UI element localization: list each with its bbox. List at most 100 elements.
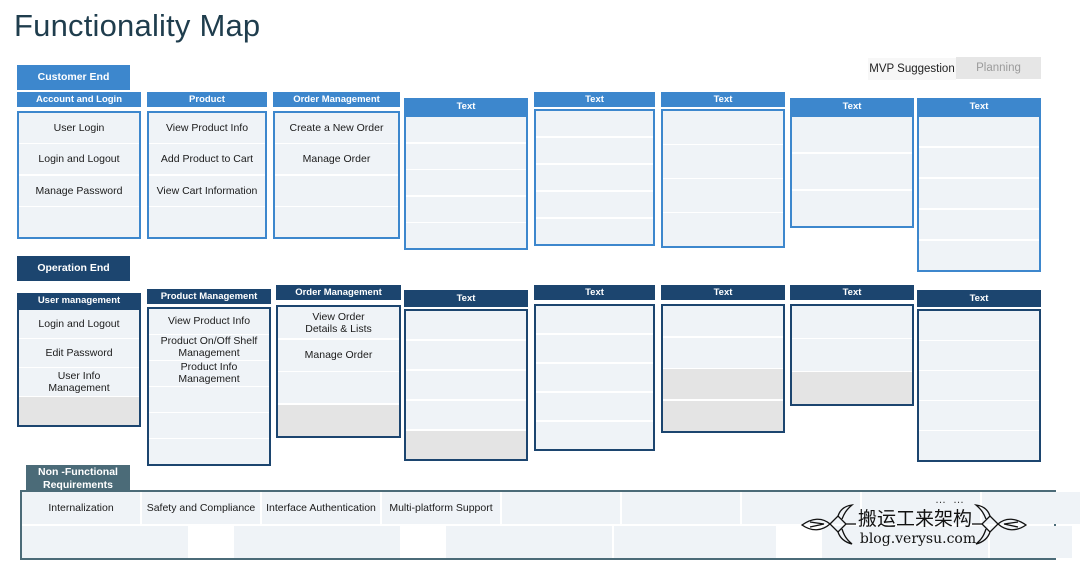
card-row[interactable]: View Cart Information <box>149 175 265 206</box>
legend-planning[interactable]: Planning <box>956 57 1041 79</box>
card-row-empty[interactable] <box>663 179 783 212</box>
card-row-empty[interactable] <box>792 153 912 190</box>
card-row[interactable]: Add Product to Cart <box>149 144 265 175</box>
card-row-empty[interactable] <box>663 369 783 400</box>
non-functional-item-empty[interactable] <box>234 526 400 558</box>
card-row-empty[interactable] <box>792 339 912 371</box>
card-row-empty[interactable] <box>792 372 912 405</box>
card-row-empty[interactable] <box>275 175 398 206</box>
card-row-empty[interactable] <box>663 400 783 431</box>
section-tab-operation-end[interactable]: Operation End <box>17 256 130 281</box>
non-functional-item-empty[interactable] <box>822 526 988 558</box>
operation-card-header[interactable]: Product Management <box>147 289 271 304</box>
card-row[interactable]: View Product Info <box>149 113 265 143</box>
non-functional-item-empty[interactable] <box>446 526 612 558</box>
card-row-empty[interactable] <box>919 209 1039 240</box>
card-row-empty[interactable] <box>149 413 269 438</box>
operation-card-header[interactable]: Text <box>404 290 528 307</box>
card-row-empty[interactable] <box>919 341 1039 370</box>
non-functional-item-empty[interactable] <box>990 526 1072 558</box>
card-row[interactable]: View Product Info <box>149 309 269 334</box>
card-row-empty[interactable] <box>663 337 783 368</box>
card-row-empty[interactable] <box>663 306 783 337</box>
card-row-empty[interactable] <box>663 111 783 144</box>
card-row-empty[interactable] <box>19 207 139 237</box>
card-row-empty[interactable] <box>406 311 526 340</box>
card-row-empty[interactable] <box>536 334 653 363</box>
card-row-empty[interactable] <box>792 117 912 153</box>
card-row-empty[interactable] <box>663 145 783 178</box>
card-row-empty[interactable] <box>406 400 526 430</box>
card-row-empty[interactable] <box>406 196 526 222</box>
card-row-empty[interactable] <box>406 170 526 195</box>
card-row-empty[interactable] <box>406 117 526 142</box>
card-row[interactable]: Edit Password <box>19 339 139 367</box>
card-row-empty[interactable] <box>406 143 526 169</box>
card-row[interactable]: Manage Order <box>275 144 398 175</box>
card-row[interactable]: User Info Management <box>19 368 139 396</box>
card-row-empty[interactable] <box>919 240 1039 271</box>
card-row-empty[interactable] <box>536 363 653 392</box>
card-row-empty[interactable] <box>149 387 269 412</box>
card-row[interactable]: Create a New Order <box>275 113 398 143</box>
card-row[interactable]: Product Info Management <box>149 361 269 386</box>
non-functional-item-empty[interactable] <box>402 526 444 558</box>
card-row-empty[interactable] <box>536 164 653 191</box>
card-row[interactable]: View Order Details & Lists <box>278 307 399 339</box>
non-functional-item-empty[interactable] <box>778 526 820 558</box>
non-functional-item-empty[interactable] <box>862 492 980 524</box>
operation-card-header[interactable]: Text <box>534 285 655 300</box>
non-functional-item-empty[interactable] <box>742 492 860 524</box>
non-functional-item-empty[interactable] <box>614 526 776 558</box>
card-row-empty[interactable] <box>919 371 1039 400</box>
card-row-empty[interactable] <box>536 218 653 245</box>
non-functional-item[interactable]: Safety and Compliance <box>142 492 260 524</box>
operation-card-header[interactable]: Text <box>661 285 785 300</box>
section-tab-customer-end[interactable]: Customer End <box>17 65 130 90</box>
card-row-empty[interactable] <box>406 223 526 248</box>
card-row-empty[interactable] <box>919 117 1039 147</box>
card-row[interactable]: Login and Logout <box>19 144 139 175</box>
card-row-empty[interactable] <box>275 207 398 237</box>
card-row-empty[interactable] <box>919 311 1039 340</box>
card-row[interactable]: Manage Order <box>278 339 399 371</box>
card-row-empty[interactable] <box>536 191 653 218</box>
card-row[interactable]: Login and Logout <box>19 310 139 338</box>
card-row[interactable]: User Login <box>19 113 139 143</box>
non-functional-item[interactable]: Multi-platform Support <box>382 492 500 524</box>
card-row[interactable]: Manage Password <box>19 175 139 206</box>
operation-card-header[interactable]: Order Management <box>276 285 401 300</box>
non-functional-item-empty[interactable] <box>190 526 232 558</box>
card-row-empty[interactable] <box>406 370 526 400</box>
card-row-empty[interactable] <box>278 372 399 404</box>
card-row-empty[interactable] <box>406 430 526 460</box>
card-row-empty[interactable] <box>919 401 1039 430</box>
customer-card-header[interactable]: Text <box>534 92 655 107</box>
customer-card-header[interactable]: Text <box>661 92 785 107</box>
card-row-empty[interactable] <box>278 404 399 436</box>
card-row[interactable]: Product On/Off Shelf Management <box>149 335 269 360</box>
customer-card-header[interactable]: Text <box>404 98 528 115</box>
customer-card-header[interactable]: Account and Login <box>17 92 141 107</box>
card-row-empty[interactable] <box>792 190 912 226</box>
section-tab-non-functional-requirements[interactable]: Non -Functional Requirements <box>26 465 130 492</box>
customer-card-header[interactable]: Order Management <box>273 92 400 107</box>
card-row-empty[interactable] <box>792 306 912 338</box>
card-row-empty[interactable] <box>149 207 265 237</box>
operation-card-header[interactable]: User management <box>17 293 141 308</box>
card-row-empty[interactable] <box>663 213 783 246</box>
card-row-empty[interactable] <box>536 306 653 334</box>
card-row-empty[interactable] <box>536 392 653 421</box>
card-row-empty[interactable] <box>406 340 526 370</box>
customer-card-header[interactable]: Text <box>917 98 1041 115</box>
card-row-empty[interactable] <box>919 147 1039 178</box>
customer-card-header[interactable]: Product <box>147 92 267 107</box>
customer-card-header[interactable]: Text <box>790 98 914 115</box>
legend-mvp-suggestion[interactable]: MVP Suggestion <box>868 58 956 80</box>
non-functional-item[interactable]: Internalization <box>22 492 140 524</box>
card-row-empty[interactable] <box>149 439 269 464</box>
card-row-empty[interactable] <box>19 397 139 425</box>
card-row-empty[interactable] <box>919 178 1039 209</box>
non-functional-item-empty[interactable] <box>22 526 188 558</box>
operation-card-header[interactable]: Text <box>917 290 1041 307</box>
